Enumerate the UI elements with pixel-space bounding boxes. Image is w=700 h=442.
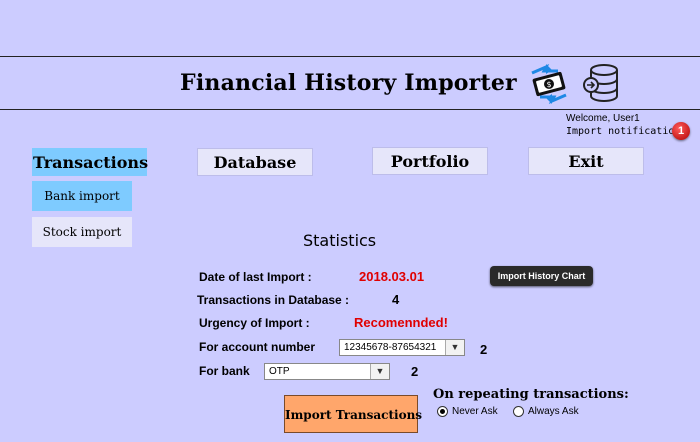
- import-transactions-button[interactable]: Import Transactions: [284, 395, 422, 433]
- radio-unselected-icon[interactable]: [513, 406, 524, 417]
- tab-transactions[interactable]: Transactions: [32, 148, 148, 176]
- radio-always-ask[interactable]: Always Ask: [513, 406, 579, 417]
- import-notification-link[interactable]: Import notification: [566, 126, 680, 137]
- account-select[interactable]: 12345678-87654321 ▼: [339, 339, 465, 356]
- app-title: Financial History Importer: [180, 70, 517, 96]
- last-import-value: 2018.03.01: [359, 269, 425, 284]
- radio-selected-icon[interactable]: [437, 406, 448, 417]
- statistics-heading: Statistics: [303, 231, 377, 250]
- radio-never-ask-label: Never Ask: [452, 406, 498, 418]
- urgency-label: Urgency of Import :: [199, 316, 310, 330]
- chevron-down-icon[interactable]: ▼: [370, 364, 389, 379]
- urgency-value: Recomennded!: [354, 315, 448, 330]
- radio-never-ask[interactable]: Never Ask: [437, 406, 498, 417]
- radio-always-ask-label: Always Ask: [528, 406, 579, 418]
- tx-in-db-value: 4: [392, 292, 400, 307]
- notification-badge[interactable]: 1: [672, 122, 690, 140]
- tx-in-db-label: Transactions in Database :: [197, 293, 350, 307]
- app-header: Financial History Importer $: [0, 56, 700, 110]
- money-transfer-icon: $: [531, 64, 567, 104]
- bank-selected: OTP: [269, 366, 290, 377]
- stock-import-button[interactable]: Stock import: [32, 217, 132, 247]
- bank-select[interactable]: OTP ▼: [264, 363, 390, 380]
- account-count: 2: [480, 342, 488, 357]
- import-history-chart-button[interactable]: Import History Chart: [490, 266, 593, 286]
- svg-text:$: $: [546, 80, 551, 89]
- bank-count: 2: [411, 364, 419, 379]
- repeating-title: On repeating transactions:: [433, 387, 629, 402]
- bank-label: For bank: [199, 364, 250, 378]
- exit-button[interactable]: Exit: [528, 147, 644, 175]
- database-icon: [583, 64, 618, 102]
- tab-database[interactable]: Database: [197, 148, 313, 176]
- account-label: For account number: [199, 340, 316, 354]
- bank-import-button[interactable]: Bank import: [32, 181, 132, 211]
- chevron-down-icon[interactable]: ▼: [445, 340, 464, 355]
- tab-portfolio[interactable]: Portfolio: [372, 147, 488, 175]
- account-selected: 12345678-87654321: [344, 342, 437, 353]
- welcome-text: Welcome, User1: [566, 113, 640, 124]
- last-import-label: Date of last Import :: [199, 270, 312, 284]
